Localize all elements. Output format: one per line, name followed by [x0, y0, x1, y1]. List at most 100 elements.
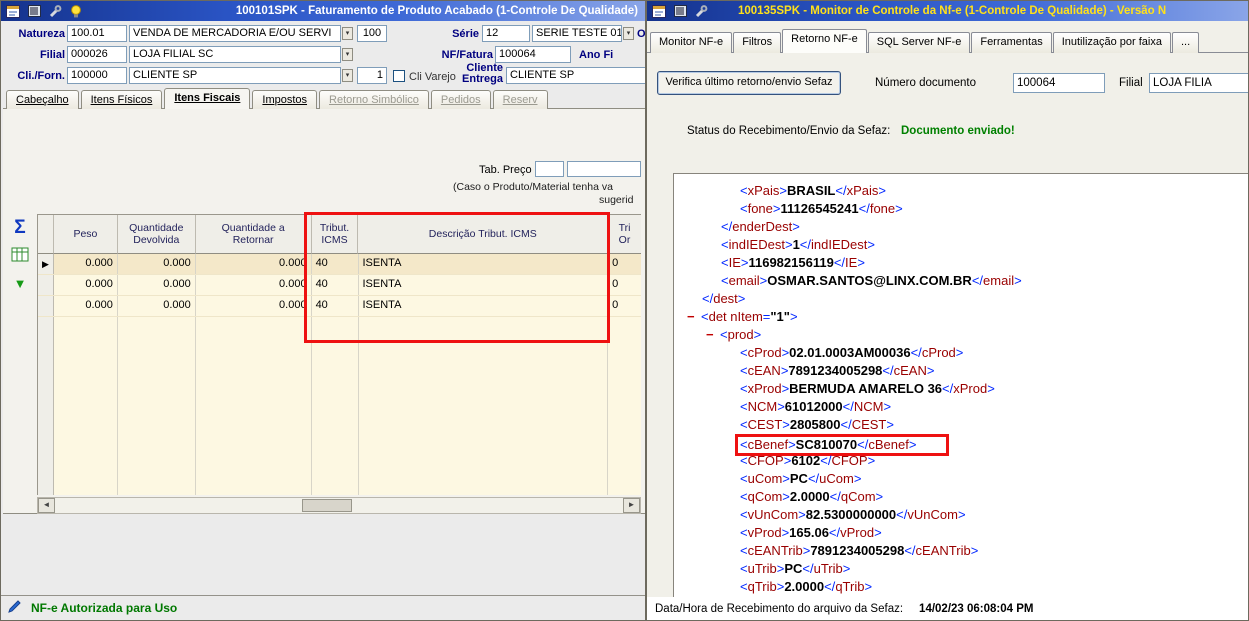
- scroll-left-button[interactable]: ◄: [38, 498, 55, 513]
- collapse-toggle-icon[interactable]: −: [706, 326, 720, 344]
- cell-tribut-origem[interactable]: 0: [608, 296, 641, 316]
- cell-qtd-devolvida[interactable]: 0.000: [118, 254, 196, 274]
- serie-desc-field[interactable]: SERIE TESTE 01.1: [532, 25, 622, 42]
- tab-preco-field1[interactable]: [535, 161, 564, 177]
- cell-qtd-retornar[interactable]: 0.000: [196, 296, 312, 316]
- filial-desc-field[interactable]: LOJA FILIAL SC: [129, 46, 341, 63]
- sefaz-status-label: Status do Recebimento/Envio da Sefaz:: [687, 125, 891, 137]
- serie-lookup-button[interactable]: ▾: [623, 27, 634, 40]
- sum-icon[interactable]: Σ: [14, 218, 25, 237]
- row-indicator: ▶: [38, 254, 54, 274]
- filial-field[interactable]: LOJA FILIA: [1149, 73, 1248, 93]
- xml-line: <CEST>2805800</CEST>: [740, 417, 894, 432]
- xml-tree[interactable]: <xPais>BRASIL</xPais> <fone>11126545241</…: [673, 173, 1248, 598]
- arrow-down-icon[interactable]: ▼: [14, 277, 27, 290]
- screen: 100101SPK - Faturamento de Produto Acaba…: [0, 0, 1249, 621]
- tab-cabecalho[interactable]: Cabeçalho: [6, 90, 79, 109]
- column-header-tribut-icms[interactable]: Tribut. ICMS: [311, 215, 359, 254]
- nf-fatura-field[interactable]: 100064: [495, 46, 571, 63]
- grid-row[interactable]: ▶ 0.000 0.000 0.000 40 ISENTA 0: [38, 254, 641, 275]
- tab-itens-fiscais[interactable]: Itens Fiscais: [164, 88, 251, 109]
- filial-code-field[interactable]: 000026: [67, 46, 127, 63]
- cli-forn-lookup-button[interactable]: ▾: [342, 69, 353, 82]
- row-indicator: [38, 296, 54, 316]
- cliente-entrega-field[interactable]: CLIENTE SP: [506, 67, 645, 84]
- numero-documento-label: Número documento: [875, 77, 976, 89]
- cli-varejo-checkbox[interactable]: [393, 70, 405, 82]
- cell-tribut-icms[interactable]: 40: [312, 275, 359, 295]
- tab-pedidos: Pedidos: [430, 90, 491, 109]
- column-header-descricao-tribut-icms[interactable]: Descrição Tribut. ICMS: [358, 215, 609, 254]
- export-grid-icon[interactable]: [11, 247, 29, 267]
- xml-line: <fone>11126545241</fone>: [740, 201, 903, 216]
- scroll-right-button[interactable]: ►: [623, 498, 640, 513]
- cell-tribut-icms[interactable]: 40: [312, 296, 359, 316]
- column-header-tribut-origem[interactable]: Tri Or: [608, 215, 641, 254]
- price-hint-line1: (Caso o Produto/Material tenha va: [453, 181, 613, 193]
- tab-sql-server-nfe[interactable]: SQL Server NF-e: [867, 32, 971, 53]
- cli-forn-code-field[interactable]: 100000: [67, 67, 127, 84]
- xml-line: − <prod>: [706, 326, 762, 344]
- xml-line: <cBenef>SC810070</cBenef>: [674, 434, 1248, 456]
- cell-qtd-retornar[interactable]: 0.000: [196, 254, 312, 274]
- column-header-peso[interactable]: Peso: [53, 215, 118, 254]
- collapse-toggle-icon[interactable]: −: [687, 308, 701, 326]
- grid-header-row: Peso Quantidade Devolvida Quantidade a Ret…: [38, 215, 641, 254]
- titlebar-faturamento[interactable]: 100101SPK - Faturamento de Produto Acaba…: [1, 1, 645, 21]
- cli-forn-num-field[interactable]: 1: [357, 67, 387, 84]
- verify-sefaz-button[interactable]: Verifica último retorno/envio Sefaz: [657, 71, 841, 95]
- natureza-num-field[interactable]: 100: [357, 25, 387, 42]
- column-header-quantidade-retornar[interactable]: Quantidade a Retornar: [195, 215, 312, 254]
- numero-documento-field[interactable]: 100064: [1013, 73, 1105, 93]
- xml-line: <indIEDest>1</indIEDest>: [721, 237, 875, 252]
- right-tab-bar: Monitor NF-e Filtros Retorno NF-e SQL Se…: [650, 28, 1248, 53]
- receipt-datetime-value: 14/02/23 06:08:04 PM: [919, 602, 1034, 615]
- xml-line: <qCom>2.0000</qCom>: [740, 489, 884, 504]
- serie-label: Série: [452, 28, 479, 40]
- tab-itens-fisicos[interactable]: Itens Físicos: [80, 90, 163, 109]
- tab-overflow[interactable]: ...: [1171, 32, 1200, 53]
- cell-tribut-origem[interactable]: 0: [608, 275, 641, 295]
- cell-tribut-icms[interactable]: 40: [312, 254, 359, 274]
- cell-descricao[interactable]: ISENTA: [359, 254, 609, 274]
- natureza-label: Natureza: [18, 28, 65, 40]
- pen-icon: [7, 598, 23, 619]
- indicator-column-header: [38, 215, 54, 254]
- cell-tribut-origem[interactable]: 0: [608, 254, 641, 274]
- price-hint-line2: sugerid: [599, 194, 634, 206]
- scrollbar-thumb[interactable]: [302, 499, 352, 512]
- cell-descricao[interactable]: ISENTA: [359, 275, 609, 295]
- row-pointer-icon: ▶: [42, 259, 49, 269]
- cell-qtd-devolvida[interactable]: 0.000: [118, 296, 196, 316]
- cell-peso[interactable]: 0.000: [54, 254, 118, 274]
- tab-retorno-nfe[interactable]: Retorno NF-e: [782, 29, 867, 53]
- natureza-desc-field[interactable]: VENDA DE MERCADORIA E/OU SERVI: [129, 25, 341, 42]
- status-bar: NF-e Autorizada para Uso: [1, 595, 645, 620]
- cli-forn-desc-field[interactable]: CLIENTE SP: [129, 67, 341, 84]
- tab-preco-field2[interactable]: [567, 161, 641, 177]
- tab-inutilizacao-por-faixa[interactable]: Inutilização por faixa: [1052, 32, 1171, 53]
- cell-peso[interactable]: 0.000: [54, 296, 118, 316]
- cell-descricao[interactable]: ISENTA: [359, 296, 609, 316]
- cell-qtd-devolvida[interactable]: 0.000: [118, 275, 196, 295]
- titlebar-monitor[interactable]: 100135SPK - Monitor de Controle da Nf-e …: [647, 1, 1248, 21]
- grid-row[interactable]: 0.000 0.000 0.000 40 ISENTA 0: [38, 296, 641, 317]
- tab-retorno-simbolico: Retorno Simbólico: [319, 90, 429, 109]
- natureza-lookup-button[interactable]: ▾: [342, 27, 353, 40]
- tab-monitor-nfe[interactable]: Monitor NF-e: [650, 32, 733, 53]
- column-header-quantidade-devolvida[interactable]: Quantidade Devolvida: [117, 215, 196, 254]
- natureza-code-field[interactable]: 100.01: [67, 25, 127, 42]
- tab-impostos[interactable]: Impostos: [252, 90, 318, 109]
- tab-filtros[interactable]: Filtros: [733, 32, 782, 53]
- cell-qtd-retornar[interactable]: 0.000: [196, 275, 312, 295]
- serie-code-field[interactable]: 12: [482, 25, 530, 42]
- grid-horizontal-scrollbar[interactable]: ◄ ►: [37, 497, 641, 514]
- sefaz-status-value: Documento enviado!: [901, 125, 1015, 137]
- wrench-icon: [47, 4, 63, 19]
- filial-lookup-button[interactable]: ▾: [342, 48, 353, 61]
- cell-peso[interactable]: 0.000: [54, 275, 118, 295]
- grid-row[interactable]: 0.000 0.000 0.000 40 ISENTA 0: [38, 275, 641, 296]
- cli-forn-label: Cli./Forn.: [17, 70, 65, 82]
- tab-ferramentas[interactable]: Ferramentas: [971, 32, 1052, 53]
- wrench-icon: [693, 4, 709, 19]
